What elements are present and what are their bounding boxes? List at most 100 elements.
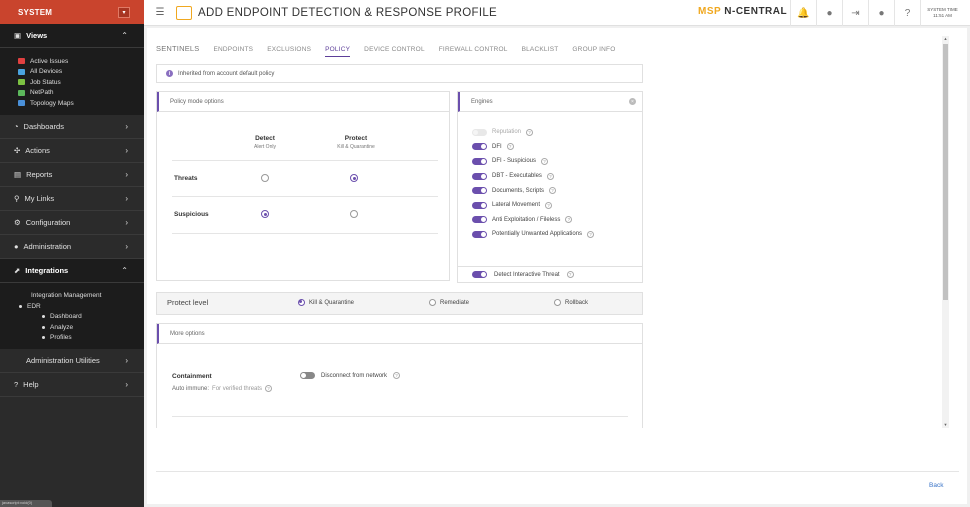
bullet-icon: [42, 315, 45, 319]
scroll-up-icon[interactable]: ▲: [942, 36, 949, 42]
nav-label: My Links: [24, 193, 55, 203]
help-icon[interactable]: ?: [541, 157, 549, 165]
help-icon[interactable]: ?: [566, 271, 574, 278]
view-item-job-status[interactable]: Job Status: [18, 77, 144, 88]
detect-column-header: Detect Alert Only: [240, 135, 290, 150]
detect-label: Detect: [255, 135, 275, 142]
nav-views[interactable]: ▣ Views ⌃: [0, 24, 144, 48]
footer-divider: [156, 471, 959, 472]
dbt-executables-toggle[interactable]: [472, 172, 487, 180]
system-dropdown-button[interactable]: ▾: [118, 6, 130, 18]
system-selector[interactable]: SYSTEM ▾: [0, 0, 144, 24]
suspicious-detect-radio[interactable]: [261, 210, 269, 218]
view-item-netpath[interactable]: NetPath: [18, 88, 144, 99]
integrations-list: Integration Management EDR Dashboard Ana…: [0, 282, 144, 349]
edr-analyze-link[interactable]: Analyze: [31, 322, 144, 333]
dfi-toggle[interactable]: [472, 143, 487, 151]
integration-management-link[interactable]: Integration Management: [31, 291, 144, 302]
lateral-movement-toggle[interactable]: [472, 201, 487, 209]
nav-help[interactable]: ? Help ›: [0, 373, 144, 397]
back-link[interactable]: Back: [929, 482, 943, 489]
protect-option-kill[interactable]: Kill & Quarantine: [298, 299, 354, 306]
engine-label: Potentially Unwanted Applications: [492, 231, 583, 238]
scroll-thumb[interactable]: [943, 44, 948, 300]
tab-endpoints[interactable]: ENDPOINTS: [213, 46, 253, 56]
kill-quarantine-radio[interactable]: [298, 299, 305, 306]
chevron-right-icon: ›: [125, 241, 128, 251]
protect-sub: Kill & Quarantine: [337, 144, 375, 150]
help-icon[interactable]: ?: [526, 128, 534, 136]
tab-sentinels[interactable]: SENTINELS: [156, 44, 199, 56]
brand-ncentral: N-CENTRAL: [724, 6, 788, 17]
chat-icon[interactable]: ●: [868, 0, 894, 26]
pua-toggle[interactable]: [472, 230, 487, 238]
topology-icon: [18, 100, 25, 107]
nav-my-links[interactable]: ⚲ My Links ›: [0, 187, 144, 211]
scroll-down-icon[interactable]: ▼: [942, 422, 949, 428]
remediate-radio[interactable]: [429, 299, 436, 306]
edr-link[interactable]: EDR: [19, 301, 144, 312]
profile-icon[interactable]: ●: [816, 0, 842, 26]
divider: [172, 416, 628, 417]
view-item-all-devices[interactable]: All Devices: [18, 67, 144, 78]
tab-exclusions[interactable]: EXCLUSIONS: [267, 46, 311, 56]
bullet-icon: [42, 336, 45, 340]
close-icon[interactable]: ×: [629, 98, 636, 105]
detect-interactive-toggle[interactable]: [472, 271, 487, 278]
divider: [172, 196, 438, 197]
protect-option-label: Kill & Quarantine: [309, 299, 355, 306]
disconnect-toggle[interactable]: [300, 372, 315, 379]
threats-detect-radio[interactable]: [261, 174, 269, 182]
protect-option-label: Remediate: [440, 299, 470, 306]
logout-icon[interactable]: ⇥: [842, 0, 868, 26]
suspicious-protect-radio[interactable]: [350, 210, 358, 218]
nav-views-label: Views: [26, 31, 48, 40]
scrollbar[interactable]: ▲ ▼: [942, 36, 949, 428]
help-icon[interactable]: ?: [565, 216, 573, 224]
nav-integrations[interactable]: ⬈ Integrations ⌃: [0, 258, 144, 283]
nav-reports[interactable]: ▤ Reports ›: [0, 163, 144, 187]
help-icon[interactable]: ?: [545, 201, 553, 209]
nav-configuration[interactable]: ⚙ Configuration ›: [0, 211, 144, 235]
bell-icon[interactable]: 🔔: [790, 0, 816, 26]
tab-firewall-control[interactable]: FIREWALL CONTROL: [439, 46, 508, 56]
threats-protect-radio[interactable]: [350, 174, 358, 182]
view-item-active-issues[interactable]: Active Issues: [18, 56, 144, 67]
menu-icon[interactable]: ☰: [150, 7, 170, 18]
engine-label: Reputation: [492, 129, 522, 136]
help-icon[interactable]: ?: [549, 187, 557, 195]
chevron-right-icon: ›: [125, 380, 128, 389]
reputation-toggle[interactable]: [472, 128, 487, 136]
engines-title: Engines: [458, 92, 642, 112]
help-icon[interactable]: ?: [265, 385, 273, 392]
rollback-radio[interactable]: [554, 299, 561, 306]
nav-administration-utilities[interactable]: Administration Utilities ›: [0, 349, 144, 373]
help-icon[interactable]: ?: [587, 230, 595, 238]
bullet-icon: [19, 304, 22, 308]
help-icon[interactable]: ?: [546, 172, 554, 180]
anti-exploitation-toggle[interactable]: [472, 216, 487, 224]
documents-scripts-toggle[interactable]: [472, 187, 487, 195]
nav-administration[interactable]: ● Administration ›: [0, 235, 144, 259]
chevron-down-icon: ▾: [122, 9, 126, 16]
edr-dashboard-label: Dashboard: [50, 313, 82, 321]
user-icon: ●: [14, 241, 19, 251]
protect-option-remediate[interactable]: Remediate: [429, 299, 469, 306]
tab-device-control[interactable]: DEVICE CONTROL: [364, 46, 425, 56]
help-icon[interactable]: ?: [506, 143, 514, 151]
view-item-label: Topology Maps: [30, 99, 74, 107]
help-icon[interactable]: ?: [393, 372, 401, 379]
protect-column-header: Protect Kill & Quarantine: [321, 135, 391, 150]
tab-group-info[interactable]: GROUP INFO: [572, 46, 615, 56]
dfi-suspicious-toggle[interactable]: [472, 157, 487, 165]
view-item-topology-maps[interactable]: Topology Maps: [18, 98, 144, 109]
edr-profiles-link[interactable]: Profiles: [31, 333, 144, 344]
help-icon[interactable]: ?: [894, 0, 920, 26]
protect-option-rollback[interactable]: Rollback: [554, 299, 588, 306]
edr-dashboard-link[interactable]: Dashboard: [31, 312, 144, 323]
tab-blacklist[interactable]: BLACKLIST: [522, 46, 559, 56]
nav-actions[interactable]: ✣ Actions ›: [0, 139, 144, 163]
nav-dashboards[interactable]: ◔ Dashboards ›: [0, 115, 144, 139]
tab-policy[interactable]: POLICY: [325, 46, 351, 57]
system-time-value: 11:51 AM: [933, 13, 952, 18]
